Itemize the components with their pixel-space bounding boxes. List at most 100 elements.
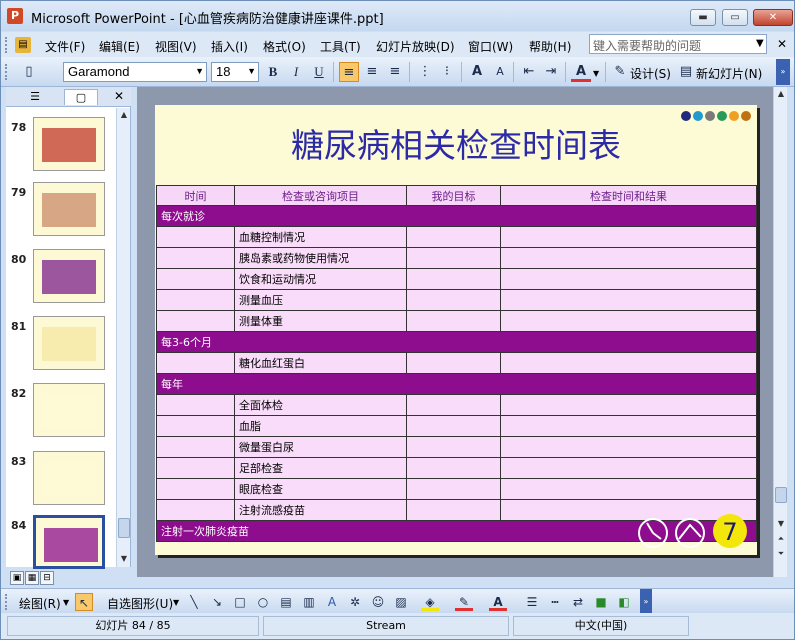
draw-dropdown-icon[interactable]: ▼	[63, 598, 69, 607]
autoshapes-dropdown-icon[interactable]: ▼	[173, 598, 179, 607]
menu-file[interactable]: 文件(F)	[45, 38, 85, 55]
slide-thumbnail[interactable]: 83	[6, 451, 118, 509]
textbox-icon[interactable]: ▤	[277, 593, 295, 611]
vertical-textbox-icon[interactable]: ▥	[300, 593, 318, 611]
design-icon[interactable]: ✎	[610, 62, 630, 82]
help-dropdown-icon[interactable]: ▼	[756, 38, 764, 49]
thumbnail-image[interactable]	[33, 182, 105, 236]
font-combo[interactable]: Garamond ▼	[63, 62, 207, 82]
shadow-style-icon[interactable]: ■	[592, 593, 610, 611]
clipart-icon[interactable]: ☺	[369, 593, 387, 611]
slide-thumbnail[interactable]: 80	[6, 249, 118, 307]
increase-font-icon[interactable]: A	[467, 62, 487, 82]
italic-icon[interactable]: I	[286, 62, 306, 82]
bullets-icon[interactable]: ⁝	[437, 62, 457, 82]
decrease-font-icon[interactable]: A	[490, 62, 510, 82]
numbering-icon[interactable]: ⋮	[415, 62, 435, 82]
bold-icon[interactable]: B	[263, 62, 283, 82]
align-center-icon[interactable]: ≡	[362, 62, 382, 82]
align-right-icon[interactable]: ≡	[385, 62, 405, 82]
align-left-icon[interactable]: ≡	[339, 62, 359, 82]
increase-indent-icon[interactable]: ⇥	[541, 62, 561, 82]
autoshapes-menu-button[interactable]: 自选图形(U)	[107, 595, 173, 612]
toolbar-grip[interactable]	[5, 594, 8, 610]
menu-insert[interactable]: 插入(I)	[211, 38, 248, 55]
sorter-view-icon[interactable]: ▦	[25, 571, 39, 585]
font-color-icon[interactable]: A	[571, 62, 591, 82]
scroll-down-icon[interactable]: ▼	[117, 552, 131, 566]
menu-edit[interactable]: 编辑(E)	[99, 38, 140, 55]
scroll-up-icon[interactable]: ▲	[774, 87, 788, 101]
thumbnail-scrollbar[interactable]: ▲ ▼	[116, 108, 130, 567]
toolbar-options-icon[interactable]: »	[776, 59, 790, 85]
next-slide-icon[interactable]: ⏷	[774, 547, 788, 561]
menu-help[interactable]: 帮助(H)	[529, 38, 571, 55]
arrow-icon[interactable]: ↘	[208, 593, 226, 611]
font-size-combo[interactable]: 18 ▼	[211, 62, 259, 82]
3d-style-icon[interactable]: ◧	[615, 593, 633, 611]
menu-grip[interactable]	[5, 37, 8, 53]
slide-thumbnail[interactable]: 82	[6, 383, 118, 441]
scrollbar-thumb[interactable]	[775, 487, 787, 503]
slides-tab-icon[interactable]: ▢	[64, 89, 98, 105]
underline-icon[interactable]: U	[309, 62, 329, 82]
line-icon[interactable]: ╲	[185, 593, 203, 611]
decrease-indent-icon[interactable]: ⇤	[519, 62, 539, 82]
pane-close-icon[interactable]: ✕	[114, 89, 124, 103]
thumbnail-image[interactable]	[33, 117, 105, 171]
toolbar-grip[interactable]	[5, 64, 8, 80]
document-icon[interactable]: ▤	[15, 37, 31, 53]
font-size-dropdown-icon[interactable]: ▼	[247, 66, 256, 76]
normal-view-icon[interactable]: ▣	[10, 571, 24, 585]
thumbnail-image[interactable]	[33, 249, 105, 303]
thumbnail-image[interactable]	[33, 451, 105, 505]
minimize-button[interactable]: ▬	[690, 9, 716, 26]
line-style-icon[interactable]: ☰	[523, 593, 541, 611]
checkup-table[interactable]: 时间 检查或咨询项目 我的目标 检查时间和结果 每次就诊 血糖控制情况 胰岛素或药物…	[156, 185, 757, 542]
dash-style-icon[interactable]: ┅	[546, 593, 564, 611]
new-slide-button[interactable]: 新幻灯片(N)	[696, 65, 762, 82]
slide-thumbnail[interactable]: 81	[6, 316, 118, 374]
line-color-icon[interactable]: ✎	[455, 593, 473, 611]
select-pointer-icon[interactable]: ↖	[75, 593, 93, 611]
maximize-button[interactable]: ▭	[722, 9, 748, 26]
font-color-icon[interactable]: A	[489, 593, 507, 611]
slideshow-view-icon[interactable]: ⊟	[40, 571, 54, 585]
menu-format[interactable]: 格式(O)	[263, 38, 306, 55]
slide-canvas[interactable]: 糖尿病相关检查时间表 时间 检查或咨询项目 我的目标 检查时间和结果 每次就诊血…	[155, 105, 757, 555]
slide-thumbnail[interactable]: 79	[6, 182, 118, 240]
font-color-dropdown-icon[interactable]: ▼	[593, 69, 599, 78]
diagram-icon[interactable]: ✲	[346, 593, 364, 611]
wordart-icon[interactable]: A	[323, 593, 341, 611]
thumbnail-image[interactable]	[33, 316, 105, 370]
arrow-style-icon[interactable]: ⇄	[569, 593, 587, 611]
picture-icon[interactable]: ▨	[392, 593, 410, 611]
scroll-down-icon[interactable]: ▼	[774, 517, 788, 531]
menu-view[interactable]: 视图(V)	[155, 38, 197, 55]
font-dropdown-icon[interactable]: ▼	[195, 66, 204, 76]
oval-icon[interactable]: ○	[254, 593, 272, 611]
slide-thumbnail[interactable]: 84	[6, 515, 118, 573]
menu-window[interactable]: 窗口(W)	[468, 38, 513, 55]
slide-title[interactable]: 糖尿病相关检查时间表	[155, 119, 757, 167]
design-button[interactable]: 设计(S)	[630, 65, 671, 82]
rectangle-icon[interactable]: □	[231, 593, 249, 611]
menu-tools[interactable]: 工具(T)	[320, 38, 361, 55]
help-search-input[interactable]: 键入需要帮助的问题	[589, 34, 767, 54]
slide-thumbnail[interactable]: 78	[6, 117, 118, 175]
previous-slide-icon[interactable]: ⏶	[774, 532, 788, 546]
scrollbar-thumb[interactable]	[118, 518, 130, 538]
new-document-icon[interactable]: ▯	[19, 62, 39, 82]
outline-tab-icon[interactable]: ☰	[18, 89, 52, 105]
scroll-up-icon[interactable]: ▲	[117, 108, 131, 122]
drawing-options-icon[interactable]: »	[640, 589, 652, 615]
new-slide-icon[interactable]: ▤	[676, 62, 696, 82]
fill-color-icon[interactable]: ◈	[421, 593, 439, 611]
slide-scrollbar[interactable]: ▲ ▼ ⏶ ⏷	[773, 87, 787, 577]
document-close-icon[interactable]: ✕	[777, 37, 787, 51]
thumbnail-image[interactable]	[33, 515, 105, 569]
close-button[interactable]: ✕	[753, 9, 793, 26]
draw-menu-button[interactable]: 绘图(R)	[19, 595, 61, 612]
thumbnail-image[interactable]	[33, 383, 105, 437]
menu-slideshow[interactable]: 幻灯片放映(D)	[376, 38, 455, 55]
